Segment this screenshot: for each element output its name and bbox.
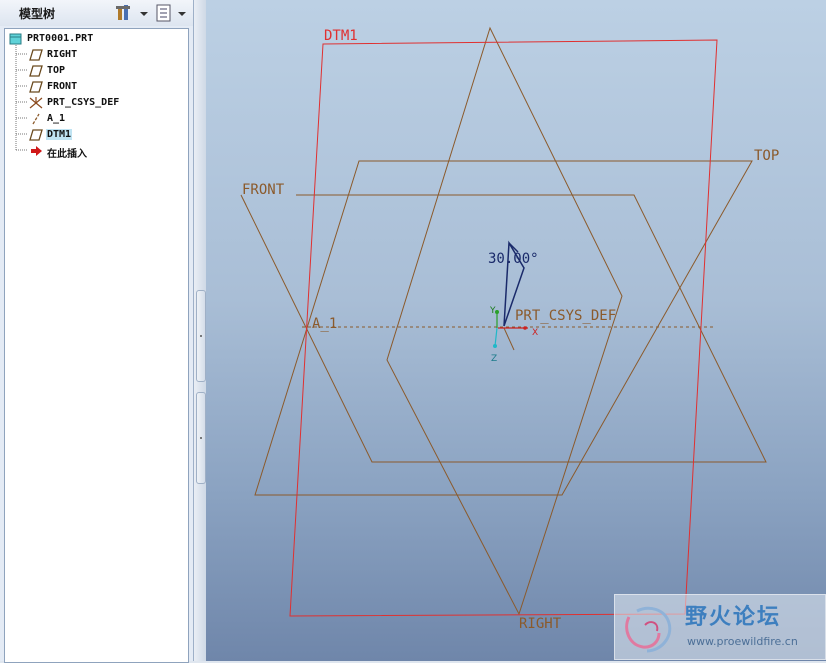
tree-item-front[interactable]: FRONT (5, 79, 185, 95)
tree-item-label: 在此插入 (47, 149, 87, 160)
datum-axis-icon (32, 113, 40, 125)
tree-item-root[interactable]: PRT0001.PRT (5, 31, 185, 47)
panel-splitter[interactable] (194, 0, 206, 661)
csys-z-axis (494, 327, 498, 347)
right-plane-label: RIGHT (519, 616, 562, 632)
tree-item-label: PRT0001.PRT (27, 33, 94, 44)
tree-item-right[interactable]: RIGHT (5, 47, 185, 63)
csys-z-marker (493, 344, 497, 348)
csys-x-marker (523, 326, 527, 330)
splitter-grip-upper[interactable] (196, 290, 206, 382)
splitter-grip-lower[interactable] (196, 392, 206, 484)
model-tree-panel: 模型树 PRT0001.PRT RIGHT TOP FRONT PRT_CSYS… (0, 0, 194, 663)
forum-logo-icon (625, 606, 672, 653)
tree-item-csys[interactable]: PRT_CSYS_DEF (5, 95, 185, 111)
model-view-canvas[interactable]: DTM1 TOP FRONT RIGHT A_1 PRT_CSYS_DEF 30… (206, 0, 826, 661)
dtm1-label: DTM1 (324, 28, 358, 44)
settings-tools-icon (116, 5, 148, 20)
csys-y-label: Y (489, 306, 496, 316)
datum-plane-icon (29, 49, 43, 61)
list-view-icon (156, 4, 186, 22)
tree-item-label: FRONT (47, 81, 78, 92)
model-tree: PRT0001.PRT RIGHT TOP FRONT PRT_CSYS_DEF… (4, 28, 189, 663)
model-tree-toolbar: 模型树 (0, 0, 193, 26)
tree-item-insert-here[interactable]: 在此插入 (5, 143, 185, 160)
insert-here-arrow-icon (31, 146, 42, 156)
tree-item-label: RIGHT (47, 49, 78, 60)
tree-item-dtm1[interactable]: DTM1 (5, 127, 185, 143)
watermark: 野火论坛 www.proewildfire.cn (614, 594, 826, 660)
model-tree-title: 模型树 (19, 7, 56, 21)
axis-tick-mark (503, 327, 515, 351)
tree-item-label: A_1 (47, 113, 66, 124)
part-icon (9, 33, 22, 45)
csys-x-label: X (532, 328, 538, 338)
top-plane-label: TOP (754, 148, 779, 164)
datum-plane-icon (29, 129, 43, 141)
datum-plane-icon (29, 65, 43, 77)
watermark-title: 野火论坛 (685, 604, 782, 630)
tree-show-button[interactable] (155, 3, 189, 23)
tree-item-axis[interactable]: A_1 (5, 111, 185, 127)
watermark-url: www.proewildfire.cn (687, 635, 798, 648)
tree-item-top[interactable]: TOP (5, 63, 185, 79)
tree-item-label: TOP (47, 65, 66, 76)
front-plane-label: FRONT (242, 182, 285, 198)
coordinate-system-icon (29, 97, 43, 109)
tree-settings-button[interactable] (116, 3, 150, 23)
csys-label: PRT_CSYS_DEF (515, 308, 616, 324)
csys-y-marker (495, 310, 499, 314)
graphics-window[interactable]: DTM1 TOP FRONT RIGHT A_1 PRT_CSYS_DEF 30… (206, 0, 826, 661)
tree-item-label: PRT_CSYS_DEF (47, 97, 120, 108)
csys-z-label: Z (491, 354, 497, 364)
tree-item-label: DTM1 (46, 129, 73, 140)
angle-dimension-value[interactable]: 30.00° (488, 251, 539, 267)
datum-plane-icon (29, 81, 43, 93)
axis-a1-label: A_1 (312, 316, 337, 332)
